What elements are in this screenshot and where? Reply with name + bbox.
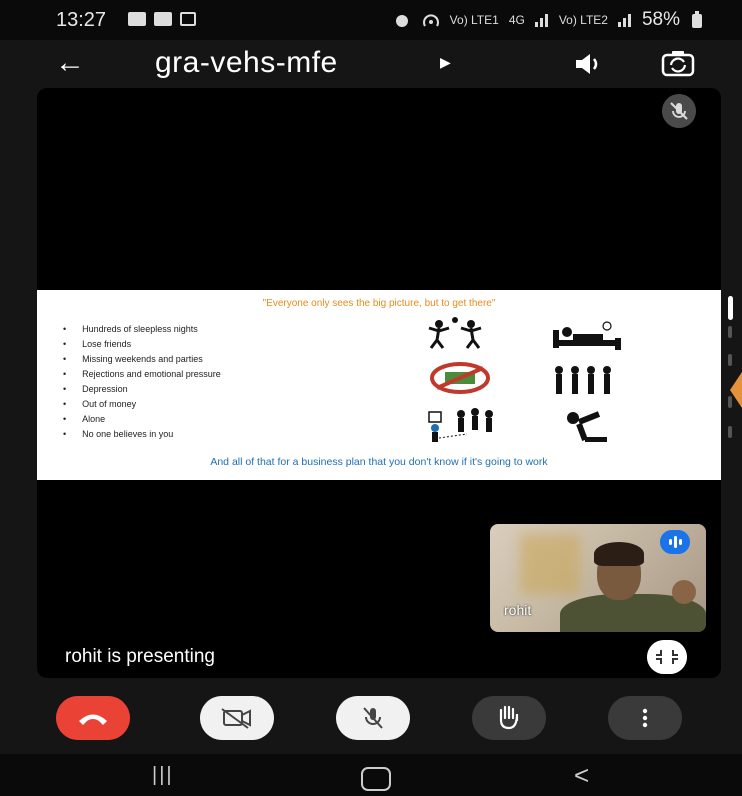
shared-slide: "Everyone only sees the big picture, but… [37,290,721,480]
self-view-hand [672,580,696,604]
list-item: Depression [63,382,221,397]
network-label-1: Vo) LTE1 [449,13,499,27]
group-of-people-icon [555,366,611,394]
video-notification-icon [154,12,172,26]
meet-screen: 13:27 Vo) LTE1 4G Vo) LTE2 58% ← gra-veh… [0,0,742,796]
alone-vs-crowd-icon [428,408,493,442]
more-options-button[interactable] [608,696,682,740]
more-vertical-icon [642,708,648,728]
audio-level-icon [660,530,690,554]
alarm-icon [395,15,408,27]
sleepless-bed-icon [553,321,621,350]
camera-toggle-button[interactable] [200,696,274,740]
minimize-icon[interactable] [647,640,687,674]
slide-footer: And all of that for a business plan that… [210,456,548,468]
caret-right-icon[interactable]: ▶ [440,54,451,71]
list-item: Rejections and emotional pressure [63,367,221,382]
self-view-hair [594,542,644,566]
camera-switch-icon[interactable] [660,46,696,80]
network-label-3: Vo) LTE2 [558,13,608,27]
list-item: Missing weekends and parties [63,352,221,367]
meeting-app-bar: ← gra-vehs-mfe ▶ [0,40,742,88]
cast-notification-icon [180,12,196,26]
notification-icons [128,12,196,26]
signal-icon-2 [617,14,631,27]
mic-toggle-button[interactable] [336,696,410,740]
arguing-people-icon [428,317,482,349]
call-controls [0,688,742,748]
presenting-label: rohit is presenting [65,646,215,667]
list-item: Lose friends [63,337,221,352]
scrollbar-track [728,396,732,408]
status-bar: 13:27 Vo) LTE1 4G Vo) LTE2 58% [0,0,742,40]
meeting-code[interactable]: gra-vehs-mfe [155,46,338,80]
self-view-tile[interactable]: rohit [490,524,706,632]
scrollbar-track [728,426,732,438]
scrollbar-track [728,326,732,338]
slide-quote: "Everyone only sees the big picture, but… [262,298,496,309]
back-nav-icon[interactable]: < [574,760,589,791]
list-item: Alone [63,412,221,427]
hotspot-icon [422,14,439,27]
list-item: Hundreds of sleepless nights [63,322,221,337]
battery-level: 58% [641,9,680,30]
speaker-icon[interactable] [570,48,606,80]
system-nav-bar: ||| < [0,754,742,796]
slide-bullet-list: Hundreds of sleepless nights Lose friend… [63,322,221,442]
despair-person-icon [567,411,607,442]
mic-off-icon [662,94,696,128]
arrow-left-icon[interactable]: ← [55,46,85,80]
signal-icon [534,14,548,27]
status-right: Vo) LTE1 4G Vo) LTE2 58% [392,9,704,31]
no-money-icon [430,362,490,394]
self-view-name: rohit [504,602,532,618]
self-view-background [520,534,580,594]
raise-hand-button[interactable] [472,696,546,740]
recents-icon[interactable]: ||| [152,764,174,787]
battery-icon [692,11,702,28]
end-call-button[interactable] [56,696,130,740]
network-label-2: 4G [508,13,525,27]
status-time: 13:27 [56,9,107,31]
scrollbar-thumb[interactable] [728,296,733,320]
home-icon[interactable] [361,767,391,791]
gallery-notification-icon [128,12,146,26]
list-item: No one believes in you [63,427,221,442]
list-item: Out of money [63,397,221,412]
scrollbar-track [728,354,732,366]
